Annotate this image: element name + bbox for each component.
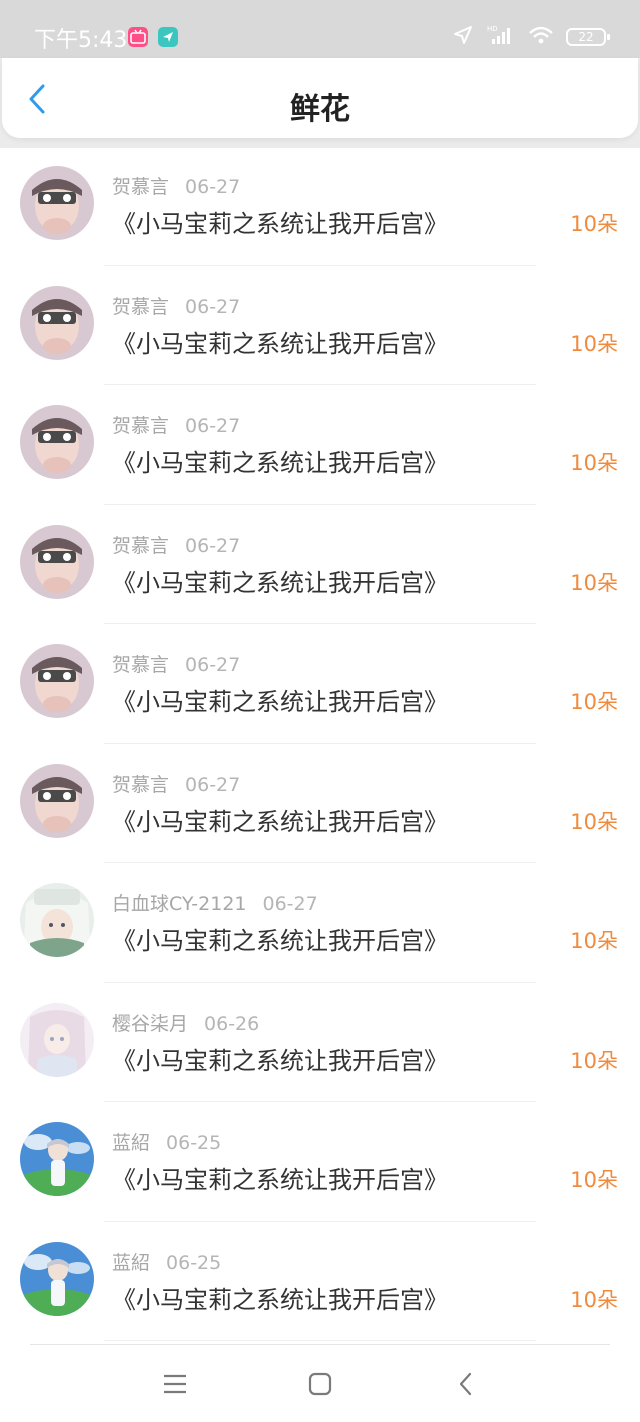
user-meta: 贺慕言 06-27 <box>112 531 240 558</box>
navigation-app-icon <box>158 27 178 47</box>
system-back-button[interactable] <box>450 1369 480 1399</box>
list-item[interactable]: 蓝紹 06-25 《小马宝莉之系统让我开后宫》 10朵 <box>0 1222 640 1341</box>
book-title: 《小马宝莉之系统让我开后宫》 <box>112 1046 448 1075</box>
username: 贺慕言 <box>112 773 170 796</box>
username: 贺慕言 <box>112 295 170 318</box>
gift-date: 06-27 <box>185 295 241 318</box>
list-item[interactable]: 贺慕言 06-27 《小马宝莉之系统让我开后宫》 10朵 <box>0 624 640 744</box>
svg-text:HD: HD <box>487 25 498 33</box>
status-icons: HD 22 <box>452 24 610 50</box>
avatar[interactable] <box>20 1122 94 1196</box>
avatar[interactable] <box>20 644 94 718</box>
avatar[interactable] <box>20 405 94 479</box>
list-item[interactable]: 贺慕言 06-27 《小马宝莉之系统让我开后宫》 10朵 <box>0 266 640 385</box>
avatar[interactable] <box>20 524 94 599</box>
user-meta: 贺慕言 06-27 <box>112 172 240 199</box>
avatar[interactable] <box>20 1002 94 1077</box>
page-title: 鲜花 <box>290 92 350 127</box>
gift-date: 06-27 <box>185 773 241 796</box>
divider <box>104 1340 536 1341</box>
username: 樱谷柒月 <box>112 1012 189 1035</box>
list-item[interactable]: 白血球CY-2121 06-27 《小马宝莉之系统让我开后宫》 10朵 <box>0 863 640 983</box>
gift-date: 06-25 <box>166 1132 222 1154</box>
avatar[interactable] <box>20 166 94 240</box>
status-bar: 下午5:43 HD 22 <box>0 0 640 64</box>
book-title: 《小马宝莉之系统让我开后宫》 <box>112 210 448 238</box>
wifi-icon <box>528 25 554 49</box>
gift-date: 06-25 <box>166 1251 222 1274</box>
list-item[interactable]: 贺慕言 06-27 《小马宝莉之系统让我开后宫》 10朵 <box>0 505 640 624</box>
username: 贺慕言 <box>112 654 170 676</box>
home-button[interactable] <box>305 1369 335 1399</box>
list-item[interactable]: 樱谷柒月 06-26 《小马宝莉之系统让我开后宫》 10朵 <box>0 983 640 1102</box>
flower-count: 10朵 <box>570 1048 618 1073</box>
username: 贺慕言 <box>112 176 170 198</box>
list-item[interactable]: 贺慕言 06-27 《小马宝莉之系统让我开后宫》 10朵 <box>0 385 640 505</box>
home-square-icon <box>308 1372 332 1396</box>
username: 蓝紹 <box>112 1251 151 1274</box>
flower-count: 10朵 <box>570 809 618 834</box>
list-item[interactable]: 蓝紹 06-25 《小马宝莉之系统让我开后宫》 10朵 <box>0 1102 640 1222</box>
flower-count: 10朵 <box>570 1168 618 1192</box>
gift-date: 06-27 <box>185 654 241 676</box>
gift-date: 06-27 <box>185 534 241 557</box>
back-chevron-icon <box>459 1372 472 1396</box>
book-title: 《小马宝莉之系统让我开后宫》 <box>112 688 448 716</box>
avatar[interactable] <box>20 285 94 360</box>
gift-date: 06-27 <box>185 176 241 198</box>
book-title: 《小马宝莉之系统让我开后宫》 <box>112 568 448 597</box>
header: 鲜花 <box>2 58 638 138</box>
location-icon <box>452 24 474 50</box>
flower-count: 10朵 <box>570 331 618 356</box>
user-meta: 贺慕言 06-27 <box>112 292 240 319</box>
book-title: 《小马宝莉之系统让我开后宫》 <box>112 329 448 358</box>
gift-date: 06-27 <box>185 415 241 437</box>
book-title: 《小马宝莉之系统让我开后宫》 <box>112 1285 448 1314</box>
username: 贺慕言 <box>112 534 170 557</box>
gift-date: 06-26 <box>204 1012 260 1035</box>
username: 贺慕言 <box>112 415 170 437</box>
avatar[interactable] <box>20 883 94 957</box>
username: 蓝紹 <box>112 1132 151 1154</box>
menu-button[interactable] <box>160 1369 190 1399</box>
flower-count: 10朵 <box>570 451 618 475</box>
user-meta: 蓝紹 06-25 <box>112 1128 221 1155</box>
flower-list: 贺慕言 06-27 《小马宝莉之系统让我开后宫》 10朵 贺慕言 06-27 《小马宝莉之系… <box>0 146 640 1341</box>
battery-icon: 22 <box>566 28 610 46</box>
user-meta: 蓝紹 06-25 <box>112 1248 221 1275</box>
avatar[interactable] <box>20 763 94 838</box>
list-item[interactable]: 贺慕言 06-27 《小马宝莉之系统让我开后宫》 10朵 <box>0 744 640 863</box>
book-title: 《小马宝莉之系统让我开后宫》 <box>112 449 448 477</box>
bilibili-app-icon <box>128 27 148 47</box>
system-nav-bar <box>0 1345 640 1422</box>
gift-date: 06-27 <box>262 893 318 915</box>
list-item[interactable]: 贺慕言 06-27 《小马宝莉之系统让我开后宫》 10朵 <box>0 146 640 266</box>
flower-count: 10朵 <box>570 929 618 953</box>
status-time: 下午5:43 <box>34 28 128 53</box>
user-meta: 白血球CY-2121 06-27 <box>112 889 318 916</box>
book-title: 《小马宝莉之系统让我开后宫》 <box>112 1166 448 1194</box>
flower-count: 10朵 <box>570 212 618 236</box>
user-meta: 贺慕言 06-27 <box>112 411 240 438</box>
signal-icon: HD <box>486 24 516 50</box>
book-title: 《小马宝莉之系统让我开后宫》 <box>112 807 448 836</box>
user-meta: 樱谷柒月 06-26 <box>112 1009 259 1036</box>
menu-icon <box>164 1374 186 1394</box>
user-meta: 贺慕言 06-27 <box>112 770 240 797</box>
username: 白血球CY-2121 <box>112 893 247 915</box>
user-meta: 贺慕言 06-27 <box>112 650 240 677</box>
flower-count: 10朵 <box>570 690 618 714</box>
flower-count: 10朵 <box>570 1287 618 1312</box>
avatar[interactable] <box>20 1241 94 1316</box>
flower-count: 10朵 <box>570 570 618 595</box>
book-title: 《小马宝莉之系统让我开后宫》 <box>112 927 448 955</box>
